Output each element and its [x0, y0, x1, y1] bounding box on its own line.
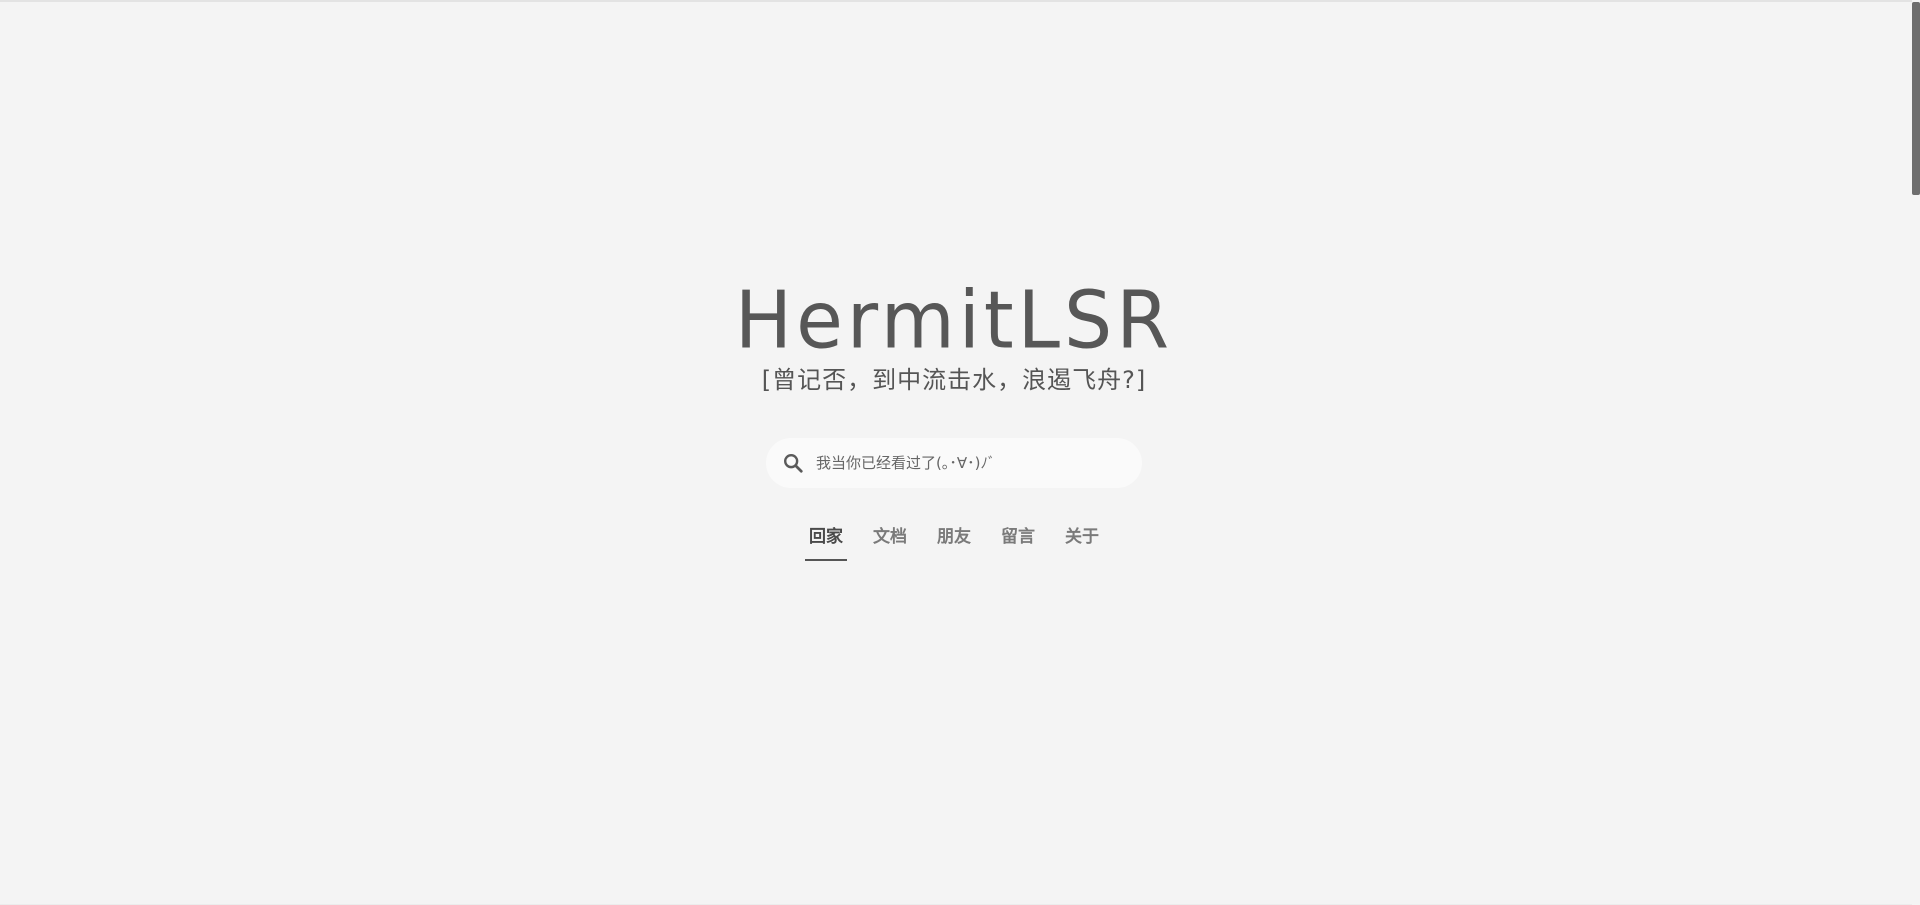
- search-bar[interactable]: [766, 438, 1142, 488]
- nav-item-friends[interactable]: 朋友: [925, 518, 983, 561]
- nav-item-about[interactable]: 关于: [1053, 518, 1111, 561]
- hero-section: HermitLSR [曾记否，到中流击水，浪遏飞舟?] 回家 文档 朋友 留言 …: [0, 275, 1908, 561]
- nav-item-home[interactable]: 回家: [797, 518, 855, 561]
- search-icon[interactable]: [782, 452, 804, 474]
- main-nav: 回家 文档 朋友 留言 关于: [794, 518, 1114, 561]
- scrollbar[interactable]: [1912, 0, 1920, 905]
- nav-item-guestbook[interactable]: 留言: [989, 518, 1047, 561]
- page: HermitLSR [曾记否，到中流击水，浪遏飞舟?] 回家 文档 朋友 留言 …: [0, 0, 1920, 905]
- top-divider: [0, 0, 1920, 2]
- site-subtitle: [曾记否，到中流击水，浪遏飞舟?]: [761, 366, 1147, 394]
- site-title[interactable]: HermitLSR: [735, 275, 1173, 364]
- nav-item-docs[interactable]: 文档: [861, 518, 919, 561]
- scrollbar-thumb[interactable]: [1912, 2, 1920, 195]
- search-input[interactable]: [814, 444, 1128, 482]
